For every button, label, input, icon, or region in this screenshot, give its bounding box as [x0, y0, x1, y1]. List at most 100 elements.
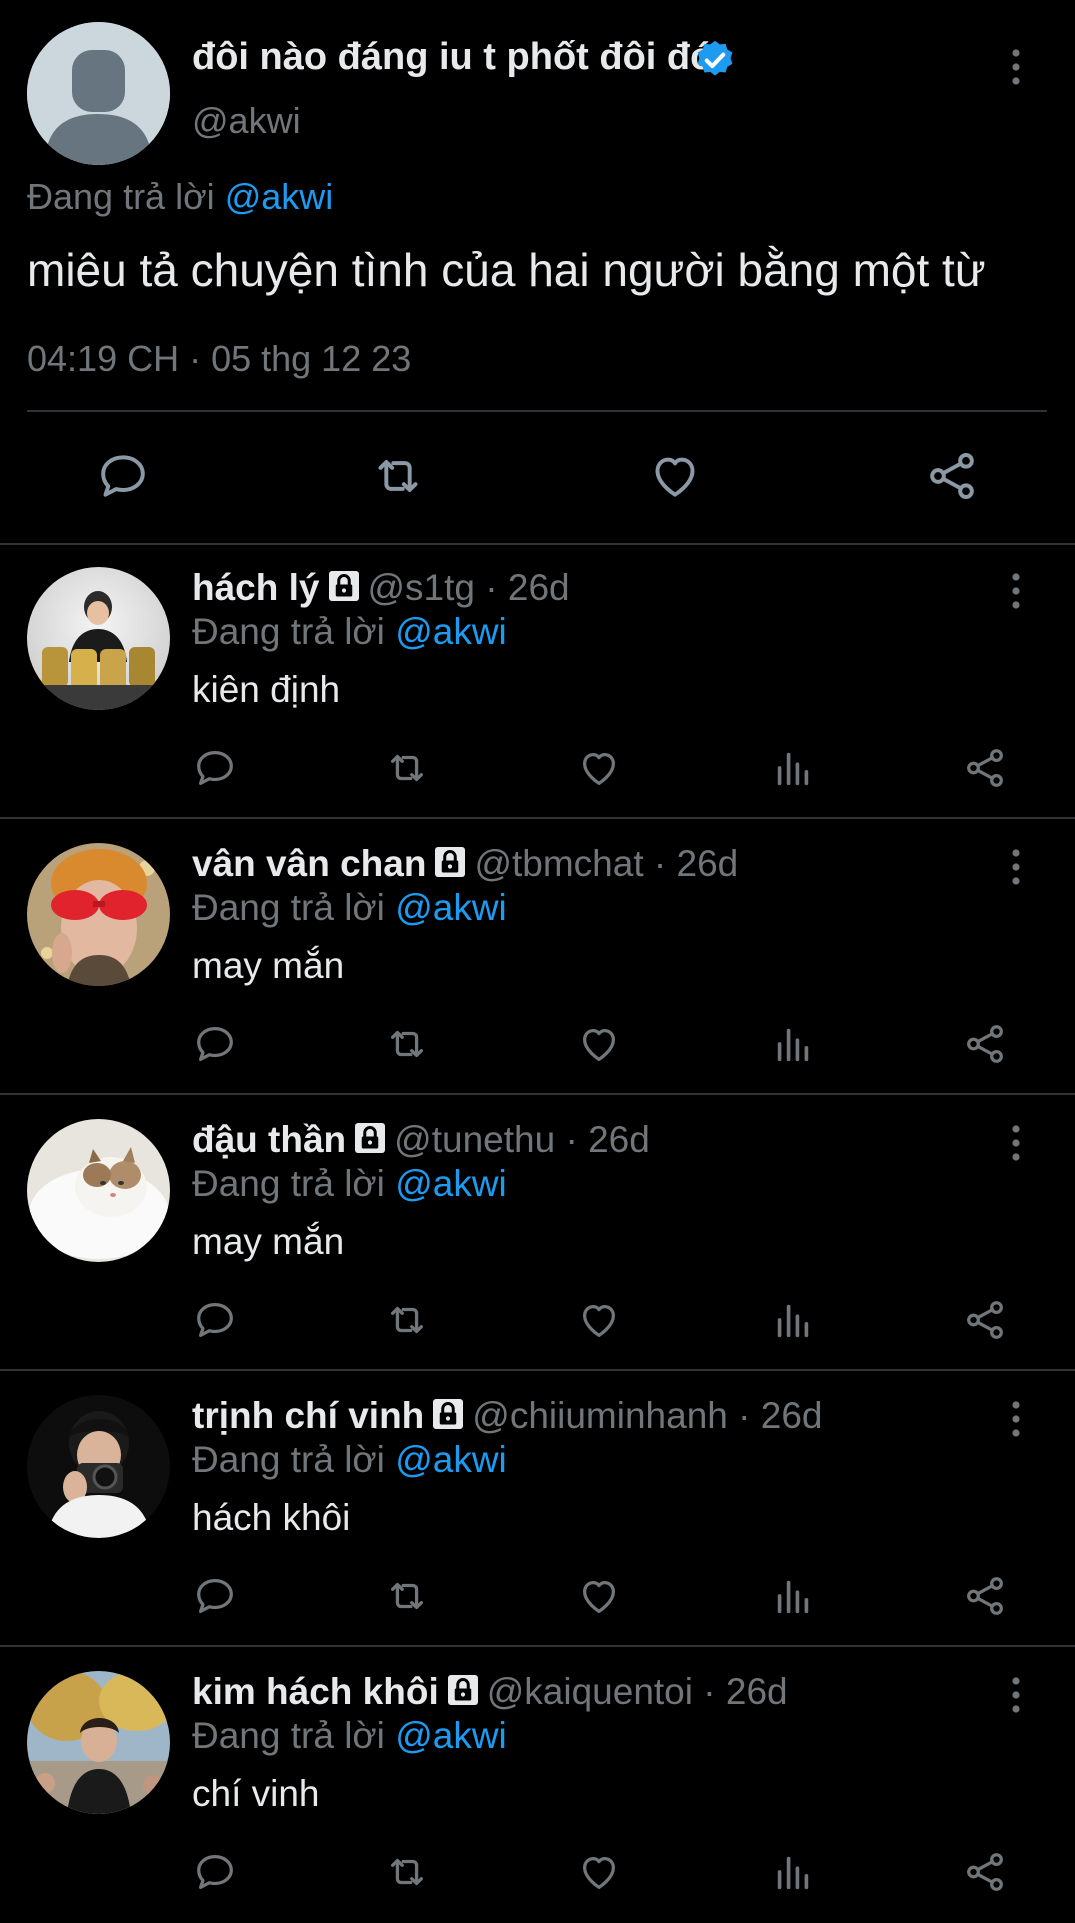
replying-to-handle[interactable]: @akwi [395, 1715, 507, 1756]
avatar[interactable] [27, 1671, 170, 1814]
reply-header: trịnh chí vinh @chiiuminhanh · 26d [192, 1395, 823, 1436]
reply-header: kim hách khôi @kaiquentoi · 26d [192, 1671, 788, 1712]
reply-item[interactable]: hách lý @s1tg · 26d Đang trả lời @akwi k… [0, 545, 1075, 819]
default-avatar-icon [27, 22, 170, 165]
reply-author-name[interactable]: vân vân chan [192, 843, 426, 884]
reply-author-name[interactable]: đậu thần [192, 1119, 346, 1160]
replying-to-handle[interactable]: @akwi [395, 1439, 507, 1480]
reply-author-name[interactable]: kim hách khôi [192, 1671, 439, 1712]
reply-item[interactable]: vân vân chan @tbmchat · 26d Đang trả lời… [0, 821, 1075, 1095]
reply-icon[interactable] [192, 745, 238, 791]
tweet-timestamp[interactable]: 04:19 CH · 05 thg 12 23 [27, 338, 411, 380]
author-name[interactable]: đôi nào đáng iu t phốt đôi đó [192, 36, 713, 79]
more-options-icon[interactable] [996, 47, 1036, 87]
reply-icon[interactable] [192, 1573, 238, 1619]
reply-header: đậu thần @tunethu · 26d [192, 1119, 650, 1160]
replying-to-handle[interactable]: @akwi [395, 1163, 507, 1204]
retweet-icon[interactable] [384, 745, 430, 791]
like-icon[interactable] [576, 1297, 622, 1343]
reply-icon[interactable] [95, 448, 151, 504]
reply-icon[interactable] [192, 1021, 238, 1067]
views-icon[interactable] [770, 1849, 816, 1895]
retweet-icon[interactable] [384, 1849, 430, 1895]
reply-author-handle[interactable]: @tunethu [394, 1119, 555, 1160]
reply-age[interactable]: 26d [761, 1395, 823, 1436]
reply-author-name[interactable]: hách lý [192, 567, 320, 608]
reply-age[interactable]: 26d [726, 1671, 788, 1712]
lock-icon [435, 847, 466, 877]
replying-to-prefix: Đang trả lời [192, 1715, 385, 1756]
lock-icon [355, 1123, 386, 1153]
replying-to-prefix: Đang trả lời [192, 1439, 385, 1480]
retweet-icon[interactable] [384, 1297, 430, 1343]
like-icon[interactable] [576, 1573, 622, 1619]
reply-age[interactable]: 26d [677, 843, 739, 884]
reply-item[interactable]: kim hách khôi @kaiquentoi · 26d Đang trả… [0, 1649, 1075, 1923]
lock-icon [433, 1399, 464, 1429]
reply-text: chí vinh [192, 1773, 320, 1814]
share-icon[interactable] [962, 1849, 1008, 1895]
like-icon[interactable] [576, 1021, 622, 1067]
reply-age[interactable]: 26d [588, 1119, 650, 1160]
lock-icon [328, 571, 359, 601]
reply-author-handle[interactable]: @chiiuminhanh [472, 1395, 728, 1436]
section-divider [0, 817, 1075, 819]
replying-to-prefix: Đang trả lời [27, 176, 215, 217]
replying-to-handle[interactable]: @akwi [395, 887, 507, 928]
replying-to: Đang trả lời @akwi [192, 1163, 507, 1205]
replying-to: Đang trả lời @akwi [192, 887, 507, 929]
more-options-icon[interactable] [996, 847, 1036, 887]
default-avatar[interactable] [27, 22, 170, 165]
like-icon[interactable] [576, 1849, 622, 1895]
share-icon[interactable] [924, 448, 980, 504]
share-icon[interactable] [962, 1573, 1008, 1619]
views-icon[interactable] [770, 745, 816, 791]
share-icon[interactable] [962, 1021, 1008, 1067]
reply-text: may mắn [192, 945, 345, 986]
reply-header: hách lý @s1tg · 26d [192, 567, 570, 608]
section-divider [0, 1093, 1075, 1095]
reply-author-handle[interactable]: @s1tg [368, 567, 476, 608]
reply-age[interactable]: 26d [508, 567, 570, 608]
replying-to: Đang trả lời @akwi [192, 611, 507, 653]
reply-icon[interactable] [192, 1849, 238, 1895]
verified-badge-icon [697, 40, 733, 76]
like-icon[interactable] [647, 448, 703, 504]
retweet-icon[interactable] [384, 1021, 430, 1067]
reply-item[interactable]: trịnh chí vinh @chiiuminhanh · 26d Đang … [0, 1373, 1075, 1647]
replying-to: Đang trả lời @akwi [192, 1439, 507, 1481]
reply-author-name[interactable]: trịnh chí vinh [192, 1395, 424, 1436]
replying-to-handle[interactable]: @akwi [395, 611, 507, 652]
replying-to: Đang trả lời @akwi [192, 1715, 507, 1757]
avatar[interactable] [27, 1395, 170, 1538]
more-options-icon[interactable] [996, 1123, 1036, 1163]
tweet-text: miêu tả chuyện tình của hai người bằng m… [27, 244, 986, 296]
replying-to-handle[interactable]: @akwi [225, 176, 334, 217]
reply-author-handle[interactable]: @kaiquentoi [487, 1671, 693, 1712]
reply-author-handle[interactable]: @tbmchat [474, 843, 643, 884]
reply-item[interactable]: đậu thần @tunethu · 26d Đang trả lời @ak… [0, 1097, 1075, 1371]
replying-to: Đang trả lời @akwi [27, 176, 333, 218]
more-options-icon[interactable] [996, 571, 1036, 611]
retweet-icon[interactable] [370, 448, 426, 504]
share-icon[interactable] [962, 1297, 1008, 1343]
section-divider [0, 1645, 1075, 1647]
author-handle[interactable]: @akwi [192, 100, 301, 142]
replying-to-prefix: Đang trả lời [192, 887, 385, 928]
lock-icon [447, 1675, 478, 1705]
views-icon[interactable] [770, 1021, 816, 1067]
like-icon[interactable] [576, 745, 622, 791]
avatar[interactable] [27, 567, 170, 710]
replying-to-prefix: Đang trả lời [192, 611, 385, 652]
avatar[interactable] [27, 843, 170, 986]
retweet-icon[interactable] [384, 1573, 430, 1619]
more-options-icon[interactable] [996, 1399, 1036, 1439]
views-icon[interactable] [770, 1573, 816, 1619]
reply-icon[interactable] [192, 1297, 238, 1343]
replying-to-prefix: Đang trả lời [192, 1163, 385, 1204]
share-icon[interactable] [962, 745, 1008, 791]
avatar[interactable] [27, 1119, 170, 1262]
views-icon[interactable] [770, 1297, 816, 1343]
more-options-icon[interactable] [996, 1675, 1036, 1715]
reply-text: hách khôi [192, 1497, 351, 1538]
